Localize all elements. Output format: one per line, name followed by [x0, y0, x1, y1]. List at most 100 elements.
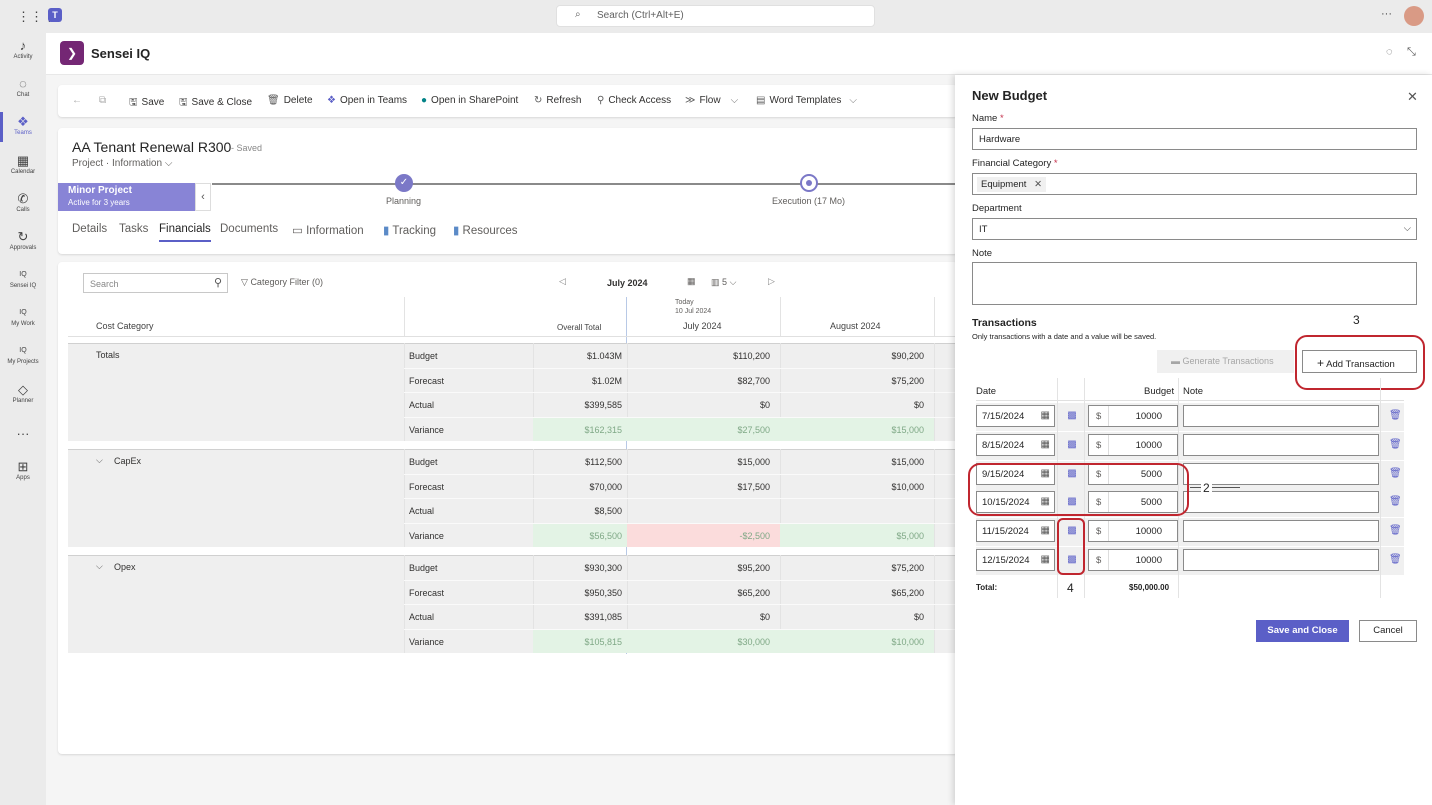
transaction-note-field[interactable] — [1183, 549, 1379, 571]
august-cell[interactable]: $10,000 — [891, 482, 924, 492]
chevron-left-icon[interactable]: ‹ — [195, 183, 211, 211]
july-cell[interactable]: $0 — [760, 612, 770, 622]
open-teams-button[interactable]: ❖ Open in Teams — [327, 95, 407, 106]
july-cell[interactable]: $95,200 — [737, 563, 770, 573]
remove-tag-icon[interactable]: ✕ — [1034, 179, 1042, 190]
date-field[interactable]: 7/15/2024 ▦ — [976, 405, 1055, 427]
rail-item-calendar[interactable]: ▦ Calendar — [0, 153, 46, 175]
july-cell[interactable]: $15,000 — [737, 457, 770, 467]
calendar-icon[interactable]: ▦ — [1041, 439, 1050, 450]
chevron-down-icon[interactable]: ⌵ — [96, 455, 103, 466]
chat-icon[interactable]: ◌ — [1386, 46, 1393, 58]
budget-amount-field[interactable]: $10000 — [1088, 433, 1178, 456]
financial-category-field[interactable]: Equipment ✕ — [972, 173, 1417, 195]
august-cell[interactable]: $0 — [914, 400, 924, 410]
budget-amount-field[interactable]: $10000 — [1088, 549, 1178, 571]
recurrence-icon[interactable]: ▩ — [1065, 410, 1079, 422]
july-cell[interactable]: $17,500 — [737, 482, 770, 492]
august-cell[interactable]: $5,000 — [896, 531, 924, 541]
july-cell[interactable]: -$2,500 — [739, 531, 770, 541]
date-field[interactable]: 8/15/2024 ▦ — [976, 433, 1055, 456]
generate-transactions-button[interactable]: ▬ Generate Transactions — [1157, 350, 1294, 373]
transaction-note-field[interactable] — [1183, 405, 1379, 427]
execution-stage-dot[interactable] — [800, 174, 818, 192]
overall-total-cell[interactable]: $1.043M — [587, 351, 622, 361]
prev-month-icon[interactable]: ◁ — [559, 276, 566, 287]
august-cell[interactable]: $15,000 — [891, 425, 924, 435]
category-filter-button[interactable]: ▽ Category Filter (0) — [241, 277, 323, 288]
rail-item-more[interactable]: ··· — [0, 426, 46, 442]
calendar-icon[interactable]: ▦ — [1041, 410, 1050, 421]
transaction-note-field[interactable] — [1183, 433, 1379, 456]
august-cell[interactable]: $75,200 — [891, 376, 924, 386]
july-cell[interactable]: $65,200 — [737, 588, 770, 598]
tab-tasks[interactable]: Tasks — [119, 223, 148, 235]
tab-financials[interactable]: Financials — [159, 223, 211, 242]
rail-item-approvals[interactable]: ↻ Approvals — [0, 229, 46, 251]
rail-item-apps[interactable]: ⊞ Apps — [0, 459, 46, 481]
tab-details[interactable]: Details — [72, 223, 107, 235]
overall-total-cell[interactable]: $162,315 — [584, 425, 622, 435]
august-cell[interactable]: $0 — [914, 612, 924, 622]
august-cell[interactable]: $65,200 — [891, 588, 924, 598]
tab-resources[interactable]: ▮ Resources — [453, 223, 518, 237]
overall-total-cell[interactable]: $112,500 — [585, 457, 622, 467]
august-cell[interactable]: $10,000 — [891, 637, 924, 647]
rail-item-my-projects[interactable]: IQ My Projects — [0, 343, 46, 365]
trash-icon[interactable]: 🗑 — [1389, 496, 1402, 507]
calendar-icon[interactable]: ▦ — [687, 276, 696, 287]
open-sharepoint-button[interactable]: ● Open in SharePoint — [421, 95, 518, 106]
next-month-icon[interactable]: ▷ — [768, 276, 775, 287]
tab-documents[interactable]: Documents — [220, 223, 278, 235]
trash-icon[interactable]: 🗑 — [1389, 554, 1402, 565]
check-access-button[interactable]: ⚲ Check Access — [597, 95, 671, 106]
august-cell[interactable]: $75,200 — [891, 563, 924, 573]
popout-icon[interactable]: ⧉ — [99, 95, 106, 106]
flow-button[interactable]: ≫ Flow ⌵ — [685, 95, 738, 106]
rail-item-teams[interactable]: ❖ Teams — [0, 114, 46, 136]
overall-total-cell[interactable]: $950,350 — [584, 588, 622, 598]
budget-amount-field[interactable]: $10000 — [1088, 520, 1178, 543]
july-cell[interactable]: $0 — [760, 400, 770, 410]
july-cell[interactable]: $82,700 — [737, 376, 770, 386]
name-field[interactable]: Hardware — [972, 128, 1417, 150]
overall-total-cell[interactable]: $399,585 — [584, 400, 622, 410]
close-icon[interactable]: ✕ — [1407, 89, 1418, 105]
delete-button[interactable]: 🗑 Delete — [267, 95, 313, 106]
trash-icon[interactable]: 🗑 — [1389, 525, 1402, 536]
july-cell[interactable]: $27,500 — [737, 425, 770, 435]
overall-total-cell[interactable]: $930,300 — [584, 563, 622, 573]
cancel-button[interactable]: Cancel — [1359, 620, 1417, 642]
trash-icon[interactable]: 🗑 — [1389, 439, 1402, 450]
form-selector[interactable]: Information — [112, 158, 162, 169]
rail-item-chat[interactable]: ◌ Chat — [0, 76, 46, 98]
transaction-note-field[interactable] — [1183, 491, 1379, 514]
back-icon[interactable]: ← — [72, 95, 82, 106]
collapse-icon[interactable]: ⤡ — [1407, 46, 1416, 59]
overall-total-cell[interactable]: $1.02M — [592, 376, 622, 386]
grid-search-input[interactable]: Search ⚲ — [83, 273, 228, 293]
save-button[interactable]: 🖫 Save — [129, 95, 164, 112]
avatar[interactable] — [1404, 6, 1424, 26]
active-stage[interactable]: Minor Project Active for 3 years — [58, 183, 195, 211]
rail-item-calls[interactable]: ✆ Calls — [0, 191, 46, 213]
transaction-note-field[interactable] — [1183, 520, 1379, 543]
save-close-button[interactable]: 🖫 Save & Close — [179, 95, 252, 112]
august-cell[interactable]: $15,000 — [891, 457, 924, 467]
view-count-selector[interactable]: ▥ 5 ⌵ — [711, 277, 736, 288]
rail-item-planner[interactable]: ◇ Planner — [0, 382, 46, 404]
tab-information[interactable]: ▭ Information — [292, 223, 364, 237]
recurrence-icon[interactable]: ▩ — [1065, 439, 1079, 451]
july-cell[interactable]: $30,000 — [737, 637, 770, 647]
word-templates-button[interactable]: ▤ Word Templates ⌵ — [756, 95, 857, 106]
overall-total-cell[interactable]: $391,085 — [584, 612, 622, 622]
august-cell[interactable]: $90,200 — [891, 351, 924, 361]
calendar-icon[interactable]: ▦ — [1041, 554, 1050, 565]
overall-total-cell[interactable]: $70,000 — [589, 482, 622, 492]
rail-item-activity[interactable]: ♪ Activity — [0, 38, 46, 60]
refresh-button[interactable]: ↻ Refresh — [534, 95, 581, 106]
department-select[interactable]: IT ⌵ — [972, 218, 1417, 240]
rail-item-sensei-iq[interactable]: IQ Sensei IQ — [0, 267, 46, 289]
trash-icon[interactable]: 🗑 — [1389, 468, 1402, 479]
transaction-note-field[interactable] — [1183, 462, 1379, 485]
